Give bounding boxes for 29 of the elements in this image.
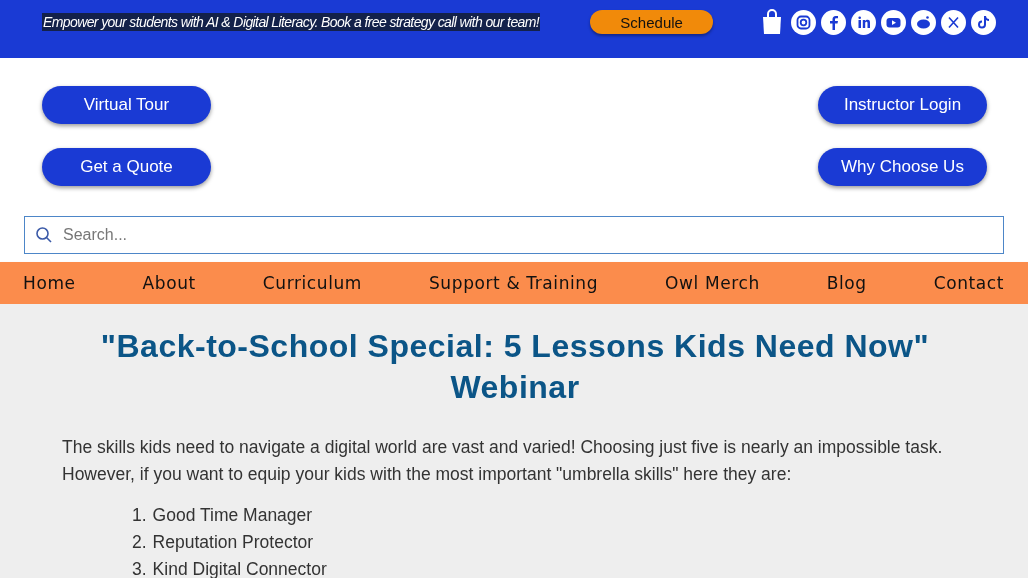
list-item: Good Time Manager [152, 505, 313, 525]
nav-link[interactable]: Owl Merch [665, 273, 760, 293]
list-number: 1. [132, 505, 147, 525]
x-icon[interactable] [941, 9, 966, 35]
nav-link[interactable]: Contact [933, 273, 1004, 293]
nav-link[interactable]: Home [23, 273, 76, 293]
list-item: Reputation Protector [152, 532, 314, 552]
linkedin-icon[interactable] [851, 9, 876, 35]
action-button[interactable]: Virtual Tour [42, 86, 211, 124]
schedule-button[interactable]: Schedule [590, 10, 714, 34]
facebook-icon[interactable] [821, 9, 846, 35]
intro-paragraph: The skills kids need to navigate a digital world are vast and varied! Choosing just five is nearly an impossible task. However, if you want to equip your kids with the most important "umbrella skills" here they are: [62, 436, 944, 486]
list-number: 3. [132, 559, 147, 578]
action-button[interactable]: Why Choose Us [818, 148, 987, 186]
youtube-icon[interactable] [881, 9, 906, 35]
list-number: 2. [132, 532, 147, 552]
instagram-icon[interactable] [791, 9, 816, 35]
nav-link[interactable]: Blog [826, 273, 867, 293]
list-item: Kind Digital Connector [152, 559, 327, 578]
nav-link[interactable]: About [142, 273, 196, 293]
search-field[interactable]: Search... [24, 216, 1004, 254]
tiktok-icon[interactable] [971, 9, 996, 35]
action-button[interactable]: Instructor Login [818, 86, 987, 124]
nav-link[interactable]: Curriculum [262, 273, 362, 293]
article-title: "Back-to-School Special: 5 Lessons Kids Need Now" Webinar [99, 327, 931, 407]
nav-link[interactable]: Support & Training [428, 273, 599, 293]
promo-message: Empower your students with AI & Digital Literacy. Book a free strategy call with our team! [42, 13, 541, 31]
shopping-bag-icon[interactable] [761, 9, 783, 35]
action-button[interactable]: Get a Quote [42, 148, 211, 186]
